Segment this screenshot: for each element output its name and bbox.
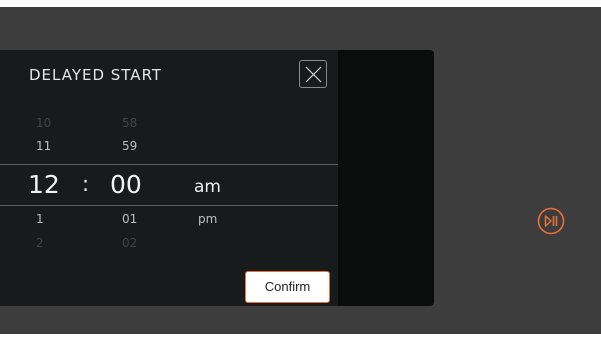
ampm-option[interactable]: pm xyxy=(198,212,217,226)
minute-option[interactable]: 01 xyxy=(122,212,137,226)
picker-row[interactable]: 2 02 xyxy=(0,236,338,256)
selection-divider-top xyxy=(0,164,338,165)
picker-row[interactable]: 1 01 pm xyxy=(0,212,338,232)
selected-minute[interactable]: 00 xyxy=(110,170,142,199)
picker-row[interactable]: 11 59 xyxy=(0,139,338,159)
hour-option[interactable]: 2 xyxy=(36,236,44,250)
selected-ampm[interactable]: am xyxy=(194,177,221,197)
hour-option[interactable]: 10 xyxy=(36,116,51,130)
close-icon xyxy=(305,66,322,83)
play-pause-icon xyxy=(537,207,565,235)
selected-hour[interactable]: 12 xyxy=(28,170,60,199)
minute-option[interactable]: 02 xyxy=(122,236,137,250)
time-separator: : xyxy=(82,172,90,196)
selection-divider-bottom xyxy=(0,205,338,206)
hour-option[interactable]: 1 xyxy=(36,212,44,226)
hour-option[interactable]: 11 xyxy=(36,139,51,153)
minute-option[interactable]: 58 xyxy=(122,116,137,130)
app-screen: DELAYED START 10 58 11 59 12 : 00 am 1 0… xyxy=(0,7,601,334)
delayed-start-dialog: DELAYED START 10 58 11 59 12 : 00 am 1 0… xyxy=(0,50,338,306)
minute-option[interactable]: 59 xyxy=(122,139,137,153)
confirm-button[interactable]: Confirm xyxy=(245,271,330,303)
close-button[interactable] xyxy=(299,60,327,88)
selected-time-row[interactable]: 12 : 00 am xyxy=(0,167,338,205)
picker-row[interactable]: 10 58 xyxy=(0,116,338,136)
dialog-title: DELAYED START xyxy=(29,66,163,84)
play-pause-button[interactable] xyxy=(537,207,565,235)
